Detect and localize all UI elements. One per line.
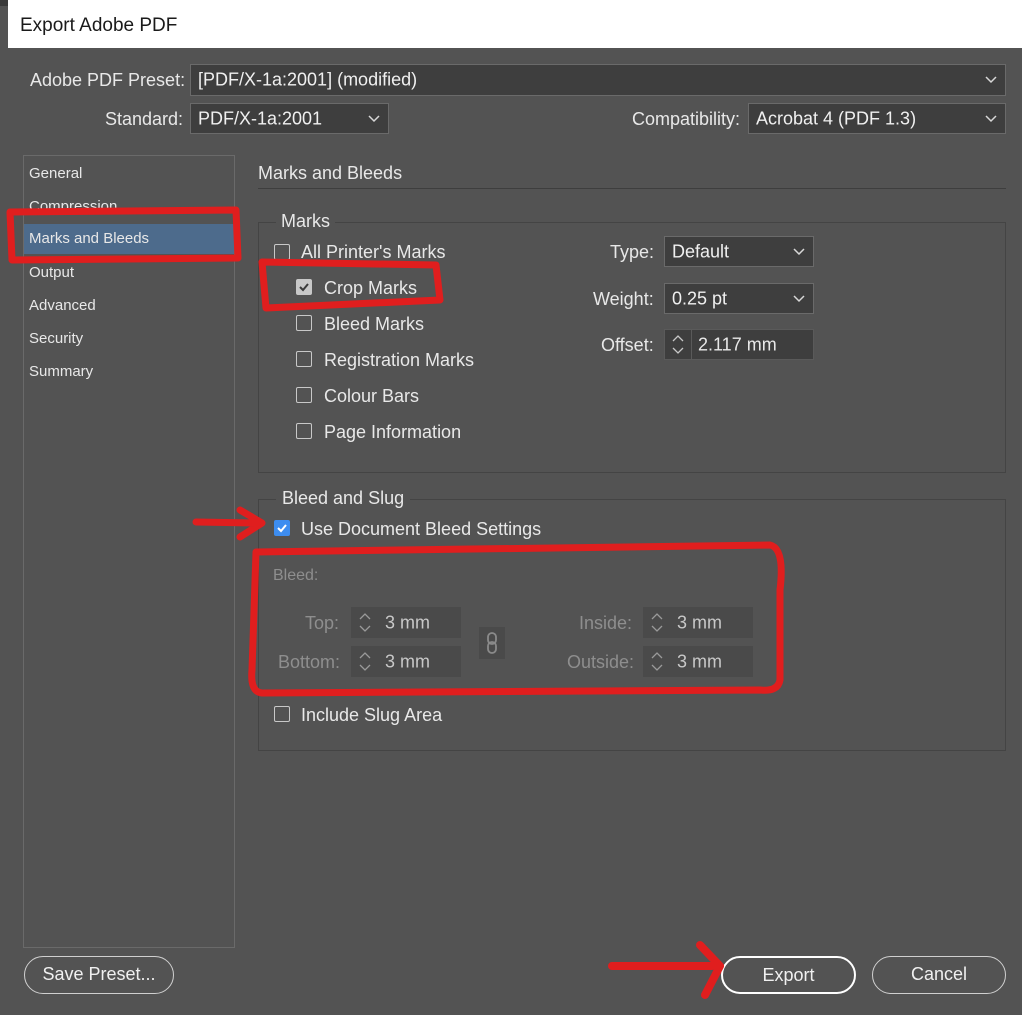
page-information-checkbox[interactable] (296, 423, 312, 439)
stepper-up-down-icon (359, 652, 371, 671)
offset-value: 2.117 mm (698, 334, 777, 354)
checkmark-icon (299, 283, 309, 292)
compatibility-label: Compatibility: (632, 109, 741, 129)
bleed-marks-checkbox[interactable] (296, 315, 312, 331)
chevron-down-icon (985, 76, 997, 84)
weight-value: 0.25 pt (672, 288, 728, 308)
bleed-bottom-label: Bottom: (278, 652, 341, 672)
cancel-button[interactable]: Cancel (872, 956, 1006, 994)
colour-bars-checkbox[interactable] (296, 387, 312, 403)
export-button[interactable]: Export (721, 956, 856, 994)
arrow-export (608, 941, 724, 999)
bleed-inside-value: 3 mm (677, 612, 722, 632)
offset-stepper[interactable]: 2.117 mm (664, 329, 814, 360)
sidebar-item-general[interactable]: General (24, 159, 234, 189)
bleed-top-label: Top: (305, 613, 340, 633)
weight-dropdown[interactable]: 0.25 pt (664, 283, 814, 314)
bleed-outside-label: Outside: (567, 652, 635, 672)
chevron-down-icon (985, 114, 997, 122)
standard-dropdown[interactable]: PDF/X-1a:2001 (190, 103, 389, 134)
title-bar: Export Adobe PDF (8, 0, 1022, 48)
bleed-top-value: 3 mm (385, 612, 430, 632)
compatibility-dropdown[interactable]: Acrobat 4 (PDF 1.3) (748, 103, 1006, 134)
stepper-up-down-icon (672, 335, 684, 354)
use-document-bleed-checkbox[interactable] (274, 520, 290, 536)
include-slug-label: Include Slug Area (301, 705, 443, 725)
page-information-label: Page Information (324, 422, 462, 442)
registration-marks-checkbox[interactable] (296, 351, 312, 367)
panel-title: Marks and Bleeds (258, 163, 403, 183)
standard-value: PDF/X-1a:2001 (198, 108, 323, 128)
bleed-marks-label: Bleed Marks (324, 314, 425, 334)
chevron-down-icon (793, 247, 805, 255)
compatibility-value: Acrobat 4 (PDF 1.3) (756, 108, 917, 128)
type-dropdown[interactable]: Default (664, 236, 814, 267)
chevron-down-icon (368, 114, 380, 122)
use-document-bleed-label: Use Document Bleed Settings (301, 519, 542, 539)
save-preset-button[interactable]: Save Preset... (24, 956, 174, 994)
type-value: Default (672, 241, 730, 261)
stepper-arrows[interactable] (644, 647, 671, 676)
bleed-outside-value: 3 mm (677, 651, 722, 671)
preset-label: Adobe PDF Preset: (30, 70, 186, 90)
window-title: Export Adobe PDF (20, 15, 178, 36)
sidebar-item-security[interactable]: Security (24, 324, 234, 354)
all-printers-marks-label: All Printer's Marks (301, 242, 446, 262)
checkmark-icon (277, 524, 287, 533)
registration-marks-label: Registration Marks (324, 350, 475, 370)
sidebar-item-marks-and-bleeds[interactable]: Marks and Bleeds (24, 224, 234, 254)
sidebar: General Compression Marks and Bleeds Out… (23, 155, 235, 948)
stepper-up-down-icon (651, 652, 663, 671)
all-printers-marks-checkbox[interactable] (274, 244, 290, 260)
type-label: Type: (610, 242, 655, 262)
sidebar-item-compression[interactable]: Compression (24, 192, 234, 222)
link-chain-button[interactable] (479, 627, 505, 659)
sidebar-item-summary[interactable]: Summary (24, 357, 234, 387)
bleed-inside-stepper[interactable]: 3 mm (643, 607, 753, 638)
panel-title-divider (258, 188, 1006, 189)
sidebar-item-advanced[interactable]: Advanced (24, 291, 234, 321)
colour-bars-label: Colour Bars (324, 386, 420, 406)
crop-marks-label: Crop Marks (324, 278, 418, 298)
stepper-arrows[interactable] (352, 647, 379, 676)
chevron-down-icon (793, 294, 805, 302)
offset-label: Offset: (601, 335, 654, 355)
sidebar-item-output[interactable]: Output (24, 258, 234, 288)
bleed-outside-stepper[interactable]: 3 mm (643, 646, 753, 677)
bleed-bottom-value: 3 mm (385, 651, 430, 671)
crop-marks-checkbox[interactable] (296, 279, 312, 295)
stepper-arrows[interactable] (352, 608, 379, 637)
bleed-inside-label: Inside: (579, 613, 633, 633)
marks-group-title: Marks (276, 211, 335, 232)
preset-value: [PDF/X-1a:2001] (modified) (198, 69, 418, 90)
include-slug-checkbox[interactable] (274, 706, 290, 722)
stepper-arrows[interactable] (665, 330, 692, 359)
standard-label: Standard: (105, 109, 184, 129)
weight-label: Weight: (593, 289, 654, 309)
preset-dropdown[interactable]: [PDF/X-1a:2001] (modified) (190, 64, 1006, 96)
bleed-section-label: Bleed: (273, 567, 319, 584)
stepper-arrows[interactable] (644, 608, 671, 637)
bleed-bottom-stepper[interactable]: 3 mm (351, 646, 461, 677)
chain-link-icon (487, 632, 497, 654)
stepper-up-down-icon (651, 613, 663, 632)
bleed-slug-group-title: Bleed and Slug (276, 488, 411, 509)
bleed-top-stepper[interactable]: 3 mm (351, 607, 461, 638)
stepper-up-down-icon (359, 613, 371, 632)
